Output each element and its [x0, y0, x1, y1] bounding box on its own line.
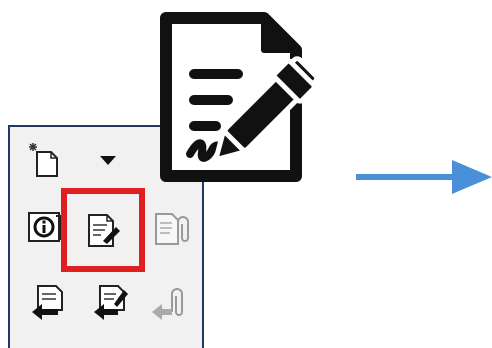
send-signed-document-icon[interactable]: [90, 282, 130, 322]
send-document-icon[interactable]: [28, 282, 68, 322]
dropdown-triangle-icon[interactable]: [88, 140, 128, 180]
sign-document-icon[interactable]: [83, 210, 123, 250]
right-arrow-icon: [356, 160, 492, 194]
hand-attach-icon[interactable]: [150, 282, 190, 322]
new-document-sparkle-icon[interactable]: [24, 140, 64, 180]
attach-document-icon[interactable]: [152, 208, 192, 248]
document-signature-icon: [156, 8, 322, 188]
info-document-icon[interactable]: [26, 206, 66, 246]
